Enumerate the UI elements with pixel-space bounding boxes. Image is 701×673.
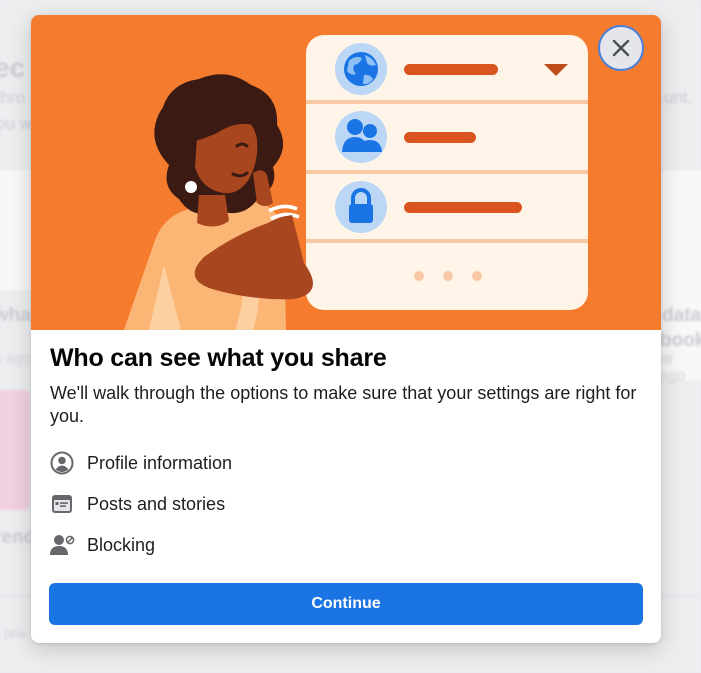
background-heading: ec [0,52,26,83]
topic-item-posts-and-stories: Posts and stories [49,489,225,519]
continue-button[interactable]: Continue [49,583,643,625]
topic-label: Posts and stories [87,493,226,514]
profile-circle-icon [49,450,75,476]
woman-with-settings-panel-illustration [124,35,588,330]
background-text: unt. [664,88,693,107]
background-card [0,170,34,290]
background-card-title: wha [0,305,31,326]
background-text: thro [0,88,26,107]
background-card-title: book [660,330,701,351]
background-text: ou w [0,114,32,133]
background-card-title: rend [0,527,36,548]
background-card-subtitle: ar ago [660,350,686,384]
background-footer-text: priv [4,625,27,641]
modal-description: We'll walk through the options to make s… [50,383,637,426]
topic-item-blocking: Blocking [49,530,155,560]
topic-label: Blocking [87,534,156,555]
modal-title: Who can see what you share [50,344,387,372]
topic-item-profile-information: Profile information [49,448,232,478]
privacy-checkup-modal: Who can see what you share We'll walk th… [31,15,661,643]
blocking-user-icon [49,532,75,558]
topic-label: Profile information [87,452,233,473]
background-card [0,390,30,510]
background-card-title: data [662,305,701,326]
woman-figure [124,74,313,330]
background-card-subtitle: s ago [0,350,31,367]
close-button[interactable] [598,25,644,71]
globe-icon [344,52,378,86]
hero-illustration [31,15,661,330]
close-icon [612,39,630,57]
posts-card-icon [49,491,75,517]
